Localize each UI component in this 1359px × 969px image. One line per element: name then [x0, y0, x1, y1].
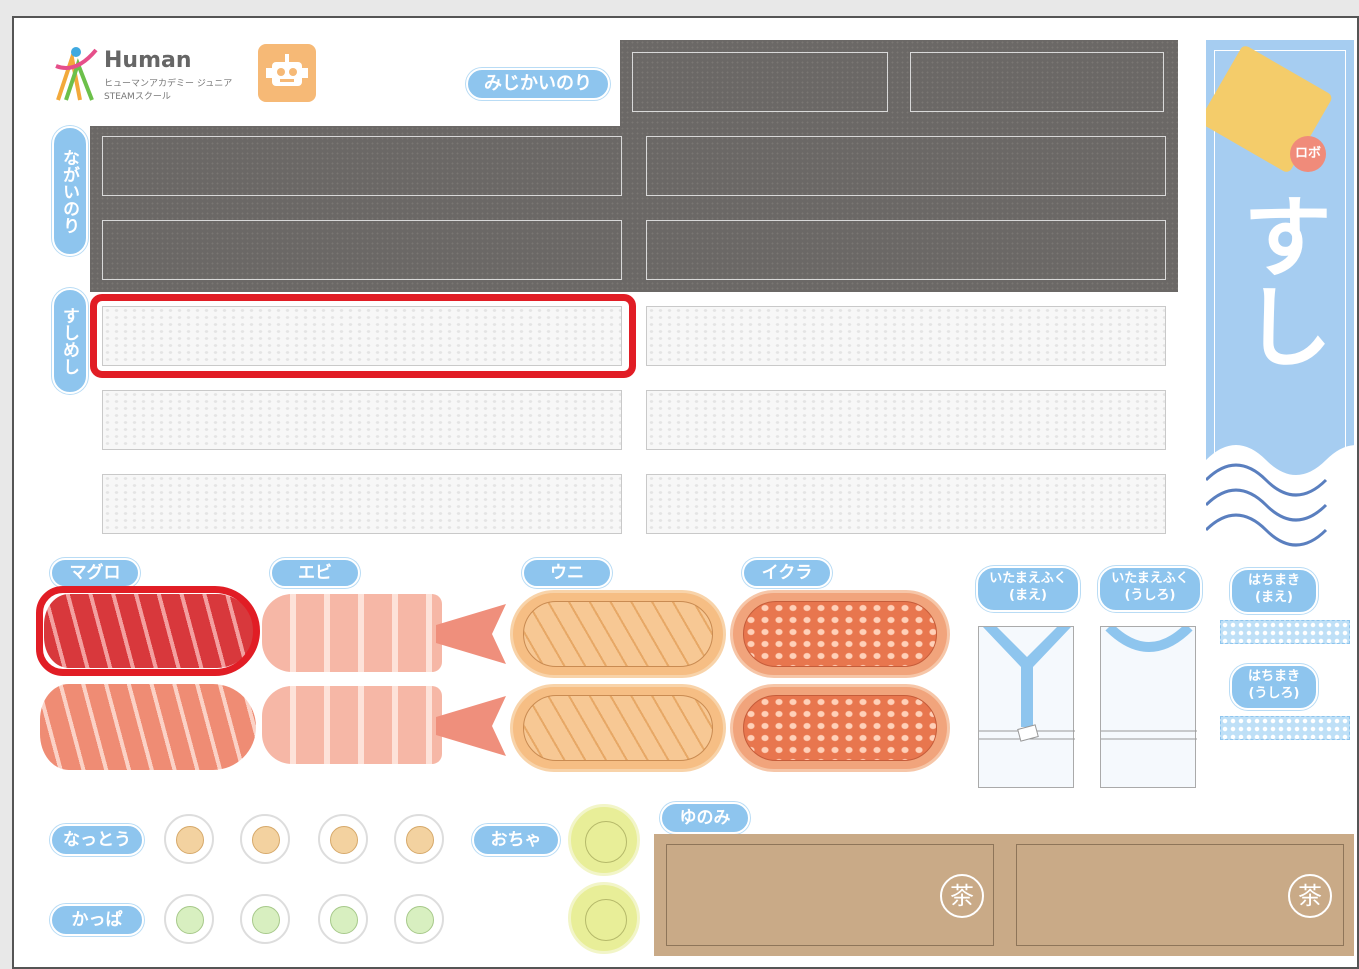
sushi-craft-sheet: Human ヒューマンアカデミー ジュニア STEAMスクール みじかいのり な…: [12, 16, 1359, 969]
human-logo: Human ヒューマンアカデミー ジュニア STEAMスクール: [52, 44, 232, 104]
yunomi-tea-mark-icon: 茶: [1288, 874, 1332, 918]
itamaefuku-ushiro-piece[interactable]: [1100, 623, 1197, 788]
label-ikura: イクラ: [742, 558, 832, 588]
sushi-rice-piece[interactable]: [102, 390, 622, 450]
kappa-maki-piece[interactable]: [240, 894, 290, 944]
logo-subtitle-2: STEAMスクール: [104, 92, 171, 102]
natto-maki-piece[interactable]: [318, 814, 368, 864]
robot-icon: [258, 44, 316, 102]
label-ocha: おちゃ: [472, 824, 560, 856]
label-sushimeshi: すしめし: [52, 288, 88, 394]
wave-icon: [1206, 445, 1354, 558]
ikura-piece[interactable]: [730, 590, 950, 678]
natto-maki-piece[interactable]: [164, 814, 214, 864]
ebi-piece[interactable]: [262, 594, 442, 672]
long-nori-slot: [646, 136, 1166, 196]
sushi-rice-piece[interactable]: [646, 474, 1166, 534]
sushi-rice-piece[interactable]: [102, 474, 622, 534]
kappa-maki-piece[interactable]: [394, 894, 444, 944]
short-nori-slot: [910, 52, 1164, 112]
uni-piece[interactable]: [510, 684, 726, 772]
kappa-maki-piece[interactable]: [318, 894, 368, 944]
hachimaki-mae-piece[interactable]: [1220, 620, 1350, 644]
long-nori-slot: [102, 136, 622, 196]
collar-front-icon: [979, 627, 1075, 742]
label-hachimaki-mae: はちまき (まえ): [1230, 568, 1318, 614]
label-uni: ウニ: [522, 558, 612, 588]
banner-title: すし: [1227, 190, 1332, 370]
label-natto: なっとう: [50, 824, 144, 856]
logo-brand: Human: [104, 48, 192, 73]
yunomi-piece[interactable]: 茶 茶: [654, 834, 1354, 956]
label-kappa: かっぱ: [50, 904, 144, 936]
label-itamaefuku-ushiro: いたまえふく (うしろ): [1098, 566, 1202, 612]
short-nori-slot: [632, 52, 888, 112]
ocha-piece[interactable]: [568, 804, 640, 876]
label-hachimaki-ushiro: はちまき (うしろ): [1230, 664, 1318, 710]
human-figure-icon: [55, 47, 98, 101]
label-mijikai-nori: みじかいのり: [466, 68, 610, 100]
ebi-piece[interactable]: [262, 686, 442, 764]
label-maguro: マグロ: [50, 558, 140, 588]
sushi-rice-piece[interactable]: [646, 390, 1166, 450]
ikura-piece[interactable]: [730, 684, 950, 772]
natto-maki-piece[interactable]: [240, 814, 290, 864]
kappa-maki-piece[interactable]: [164, 894, 214, 944]
ocha-piece[interactable]: [568, 882, 640, 954]
label-nagai-nori: ながいのり: [52, 126, 88, 256]
hachimaki-ushiro-piece[interactable]: [1220, 716, 1350, 740]
long-nori-slot: [646, 220, 1166, 280]
natto-maki-piece[interactable]: [394, 814, 444, 864]
label-yunomi: ゆのみ: [660, 802, 750, 834]
logo-subtitle-1: ヒューマンアカデミー ジュニア: [104, 79, 233, 89]
selection-highlight-rice: [90, 294, 636, 378]
selection-highlight-maguro: [36, 586, 260, 676]
collar-back-icon: [1101, 623, 1197, 740]
maguro-piece[interactable]: [40, 684, 256, 770]
banner-robo-badge: ロボ: [1290, 136, 1326, 172]
sushi-banner: ロボ すし: [1206, 40, 1354, 558]
yunomi-tea-mark-icon: 茶: [940, 874, 984, 918]
ebi-tail: [436, 696, 506, 756]
itamaefuku-mae-piece[interactable]: [978, 626, 1075, 788]
ebi-tail: [436, 604, 506, 664]
long-nori-slot: [102, 220, 622, 280]
label-ebi: エビ: [270, 558, 360, 588]
label-itamaefuku-mae: いたまえふく (まえ): [976, 566, 1080, 612]
uni-piece[interactable]: [510, 590, 726, 678]
sushi-rice-piece[interactable]: [646, 306, 1166, 366]
